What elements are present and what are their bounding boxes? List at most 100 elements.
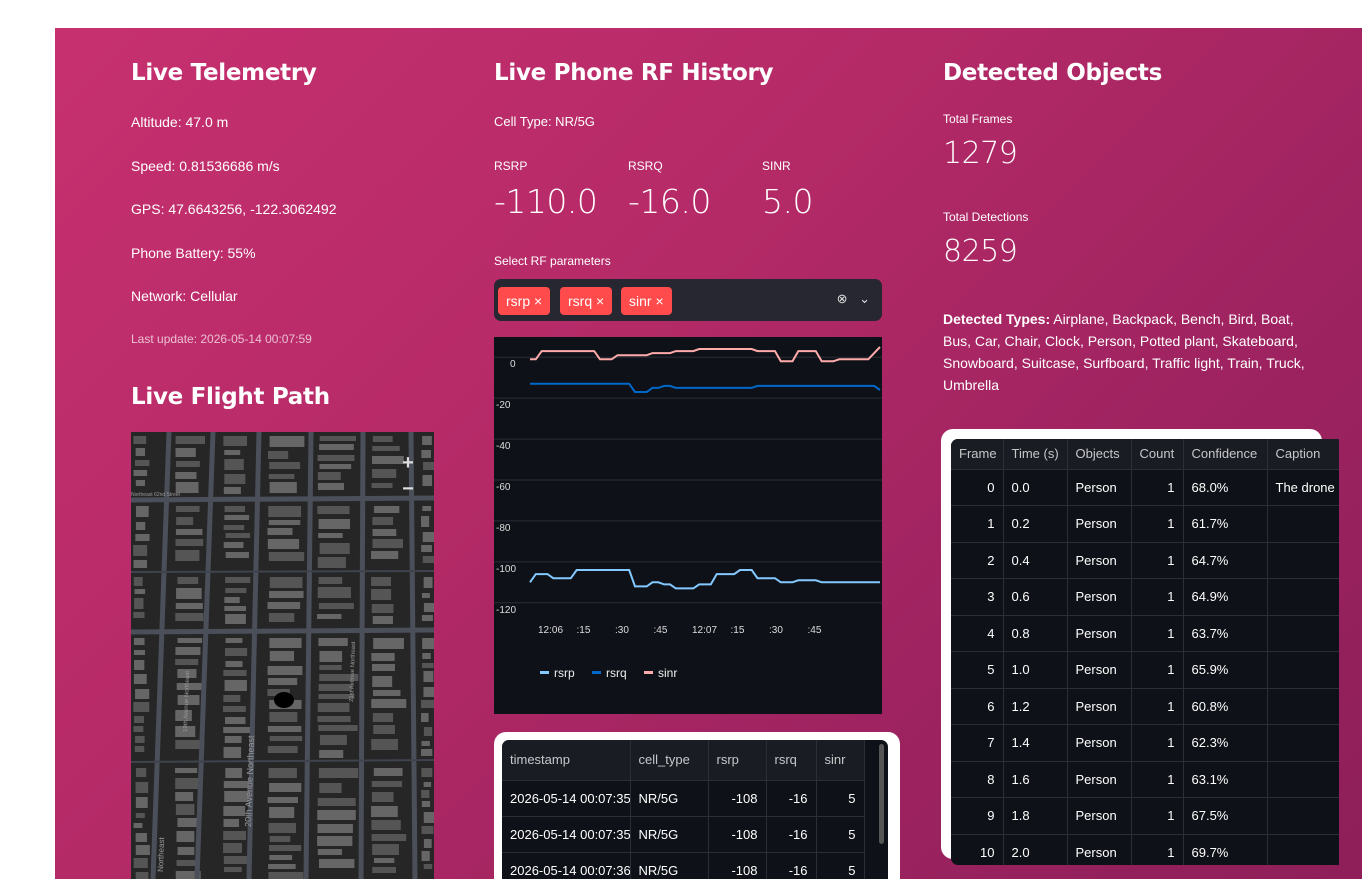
column-header[interactable]: cell_type (630, 740, 709, 781)
table-cell[interactable]: Person (1067, 797, 1132, 835)
table-cell[interactable]: Person (1067, 834, 1132, 865)
table-row[interactable]: 2026-05-14 00:07:36 NR/5G -108 -16 5 (502, 852, 865, 879)
series-line-sinr[interactable] (530, 346, 881, 363)
legend-label-sinr[interactable]: sinr (658, 666, 677, 680)
table-cell[interactable]: 60.8% (1183, 688, 1268, 725)
table-cell[interactable]: 1 (1131, 578, 1184, 616)
column-header[interactable]: Objects (1067, 439, 1132, 470)
table-cell[interactable]: 1.2 (1003, 688, 1068, 725)
table-cell[interactable]: 2.0 (1003, 834, 1068, 865)
table-cell[interactable]: Person (1067, 651, 1132, 689)
table-cell[interactable]: 5 (951, 651, 1004, 689)
clear-all-icon[interactable]: ⊗ (837, 291, 848, 306)
table-cell[interactable] (1267, 505, 1339, 543)
table-cell[interactable]: 7 (951, 724, 1004, 762)
table-cell[interactable]: 2026-05-14 00:07:36 (502, 852, 631, 879)
table-row[interactable]: 9 1.8 Person 1 67.5% (951, 797, 1339, 835)
table-cell[interactable]: 69.7% (1183, 834, 1268, 865)
table-cell[interactable]: -16 (766, 780, 817, 817)
column-header[interactable]: Time (s) (1003, 439, 1068, 470)
table-cell[interactable]: Person (1067, 505, 1132, 543)
table-cell[interactable]: 5 (816, 816, 865, 853)
table-row[interactable]: 8 1.6 Person 1 63.1% (951, 761, 1339, 798)
table-cell[interactable]: NR/5G (630, 852, 709, 879)
detections-table[interactable]: Frame Time (s) Objects Count Confidence Capti… (951, 439, 1339, 865)
table-cell[interactable]: 63.7% (1183, 615, 1268, 652)
table-cell[interactable]: 0.0 (1003, 469, 1068, 506)
table-cell[interactable]: 0.2 (1003, 505, 1068, 543)
column-header[interactable]: Caption (1267, 439, 1339, 470)
table-cell[interactable]: 1 (1131, 834, 1184, 865)
column-header[interactable]: Count (1131, 439, 1184, 470)
table-cell[interactable]: 6 (951, 688, 1004, 725)
table-cell[interactable]: Person (1067, 688, 1132, 725)
table-cell[interactable]: 9 (951, 797, 1004, 835)
table-cell[interactable]: NR/5G (630, 780, 709, 817)
table-cell[interactable]: 2026-05-14 00:07:35 (502, 816, 631, 853)
table-cell[interactable]: 1.6 (1003, 761, 1068, 798)
column-header[interactable]: rsrq (766, 740, 817, 781)
series-line-rsrq[interactable] (530, 382, 881, 393)
column-header[interactable]: Frame (951, 439, 1004, 470)
table-row[interactable]: 10 2.0 Person 1 69.7% (951, 834, 1339, 865)
table-row[interactable]: 2 0.4 Person 1 64.7% (951, 542, 1339, 579)
table-cell[interactable]: 1 (1131, 505, 1184, 543)
table-row[interactable]: 0 0.0 Person 1 68.0% The drone i (951, 469, 1339, 506)
rf-history-chart[interactable]: 0 -20 -40 -60 -80 -100 -120 12:06:15:30:45 12:07… (494, 337, 882, 714)
table-row[interactable]: 2026-05-14 00:07:35 NR/5G -108 -16 5 (502, 816, 865, 853)
table-cell[interactable]: 64.9% (1183, 578, 1268, 616)
flight-map[interactable]: Northeast 62nd Street 20th Avenue Northe… (131, 432, 434, 879)
table-cell[interactable]: 0.8 (1003, 615, 1068, 652)
rf-table-scrollbar[interactable] (879, 744, 884, 844)
table-cell[interactable]: 1.0 (1003, 651, 1068, 689)
table-cell[interactable]: 61.7% (1183, 505, 1268, 543)
chevron-down-icon[interactable]: ⌄ (859, 291, 870, 306)
table-cell[interactable]: 67.5% (1183, 797, 1268, 835)
table-cell[interactable]: Person (1067, 724, 1132, 762)
table-cell[interactable]: 0.6 (1003, 578, 1068, 616)
chip-rsrq[interactable]: rsrq × (560, 287, 613, 315)
table-cell[interactable]: 1 (1131, 761, 1184, 798)
table-cell[interactable]: Person (1067, 469, 1132, 506)
column-header[interactable]: timestamp (502, 740, 631, 781)
table-cell[interactable]: 1 (1131, 615, 1184, 652)
table-cell[interactable]: Person (1067, 542, 1132, 579)
table-cell[interactable]: 0 (951, 469, 1004, 506)
column-header[interactable]: Confidence (1183, 439, 1268, 470)
table-cell[interactable] (1267, 797, 1339, 835)
table-cell[interactable]: 2 (951, 542, 1004, 579)
table-row[interactable]: 6 1.2 Person 1 60.8% (951, 688, 1339, 725)
table-cell[interactable]: 0.4 (1003, 542, 1068, 579)
table-cell[interactable]: 62.3% (1183, 724, 1268, 762)
table-cell[interactable]: 1 (1131, 651, 1184, 689)
rf-parameter-select[interactable]: rsrp × rsrq × sinr × ⊗ ⌄ (494, 279, 882, 321)
table-cell[interactable] (1267, 834, 1339, 865)
legend-label-rsrp[interactable]: rsrp (554, 666, 575, 680)
table-cell[interactable]: 65.9% (1183, 651, 1268, 689)
zoom-in-button[interactable]: + (396, 450, 420, 476)
column-header[interactable]: rsrp (708, 740, 767, 781)
table-row[interactable]: 5 1.0 Person 1 65.9% (951, 651, 1339, 689)
table-cell[interactable] (1267, 688, 1339, 725)
chip-sinr[interactable]: sinr × (621, 287, 672, 315)
table-cell[interactable]: 1.8 (1003, 797, 1068, 835)
table-cell[interactable]: 5 (816, 780, 865, 817)
table-cell[interactable]: -108 (708, 816, 767, 853)
table-cell[interactable]: -16 (766, 816, 817, 853)
table-row[interactable]: 4 0.8 Person 1 63.7% (951, 615, 1339, 652)
table-cell[interactable] (1267, 724, 1339, 762)
table-cell[interactable]: 10 (951, 834, 1004, 865)
table-cell[interactable]: 8 (951, 761, 1004, 798)
table-cell[interactable]: 63.1% (1183, 761, 1268, 798)
table-cell[interactable]: -108 (708, 780, 767, 817)
table-cell[interactable]: Person (1067, 761, 1132, 798)
rf-table[interactable]: timestamp cell_type rsrp rsrq sinr 2026-05-14… (502, 740, 888, 879)
zoom-out-button[interactable]: − (396, 476, 420, 502)
table-cell[interactable]: The drone i (1267, 469, 1339, 506)
chip-rsrp[interactable]: rsrp × (498, 287, 551, 315)
table-cell[interactable]: 1 (1131, 542, 1184, 579)
table-cell[interactable]: 4 (951, 615, 1004, 652)
table-cell[interactable] (1267, 542, 1339, 579)
legend-label-rsrq[interactable]: rsrq (606, 666, 627, 680)
table-cell[interactable]: 1 (1131, 469, 1184, 506)
